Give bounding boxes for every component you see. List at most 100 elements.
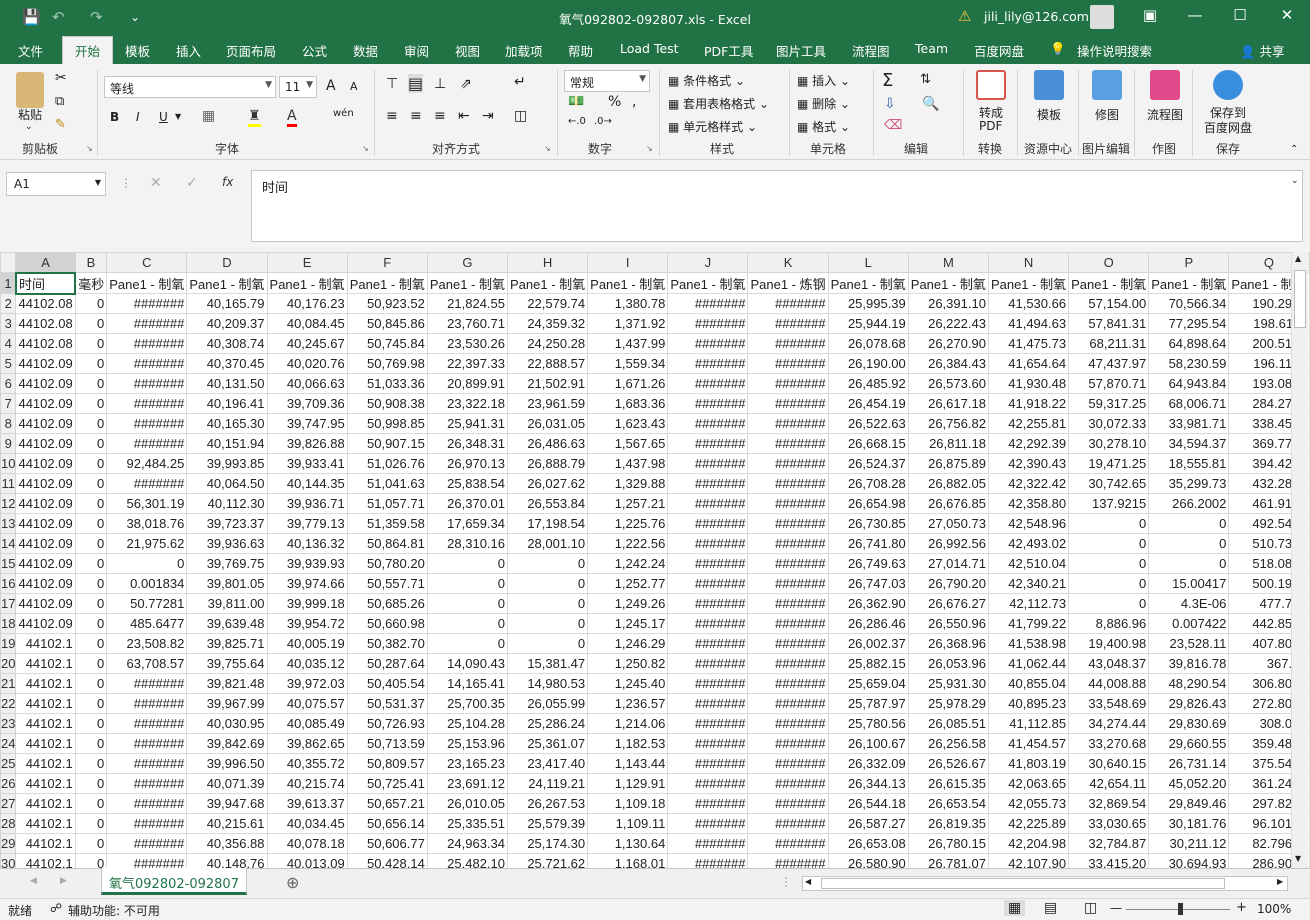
flowchart-icon[interactable] <box>1150 70 1180 100</box>
align-launcher-icon[interactable]: ↘ <box>544 144 551 153</box>
cell[interactable]: ####### <box>106 713 188 734</box>
cell[interactable]: Pane1 - 制氧 <box>346 272 428 294</box>
insert-cells-button[interactable]: ▦ 插入 ⌄ <box>797 72 850 89</box>
save-to-baidu-button-line2[interactable]: 百度网盘 <box>1204 119 1252 136</box>
zoom-slider-thumb[interactable] <box>1178 903 1183 915</box>
zoom-in-icon[interactable]: + <box>1236 900 1247 915</box>
cell[interactable]: 25,361.07 <box>506 733 589 754</box>
cell[interactable]: 32,869.54 <box>1068 793 1150 814</box>
cell[interactable]: ####### <box>667 493 749 514</box>
font-name-select[interactable]: 等线 ▼ <box>104 76 276 98</box>
cancel-entry-icon[interactable]: ✕ <box>150 175 162 191</box>
cell[interactable]: 1,245.40 <box>587 673 669 694</box>
format-cells-button[interactable]: ▦ 格式 ⌄ <box>797 118 850 135</box>
cell[interactable]: 41,918.22 <box>987 393 1070 414</box>
cell[interactable]: 50,405.54 <box>346 673 428 694</box>
align-left-icon[interactable]: ≡ <box>386 108 398 124</box>
row-header[interactable]: 5 <box>0 353 17 374</box>
cell[interactable]: 25,104.28 <box>426 713 509 734</box>
prev-sheet-icon[interactable]: ◀ <box>30 876 37 886</box>
font-color-icon[interactable]: A <box>287 108 297 127</box>
cell[interactable]: 44102.09 <box>15 533 76 554</box>
cell[interactable]: 40,355.72 <box>266 753 348 774</box>
cell[interactable]: 40,064.50 <box>186 473 268 494</box>
cell[interactable]: 44102.1 <box>15 773 76 794</box>
cell[interactable]: 21,975.62 <box>106 533 188 554</box>
cell[interactable]: 40,245.67 <box>266 333 348 354</box>
tab-data[interactable]: 数据 <box>353 41 378 60</box>
cell[interactable]: 0 <box>1148 533 1230 554</box>
phonetic-button[interactable]: wén <box>333 108 354 119</box>
cell[interactable]: 30,072.33 <box>1068 413 1150 434</box>
cell[interactable]: ####### <box>106 293 188 314</box>
cell[interactable]: 45,052.20 <box>1148 773 1230 794</box>
cell[interactable]: 41,654.64 <box>987 353 1070 374</box>
fill-icon[interactable]: ⇩ <box>884 96 896 112</box>
cell[interactable]: 20,899.91 <box>426 373 509 394</box>
cell[interactable]: 0 <box>74 753 108 774</box>
cell[interactable]: 485.6477 <box>106 613 188 634</box>
increase-indent-icon[interactable]: ⇥ <box>482 108 494 124</box>
cell[interactable]: 26,100.67 <box>827 733 909 754</box>
cell[interactable]: 0 <box>74 313 108 334</box>
tab-formulas[interactable]: 公式 <box>302 41 327 60</box>
cell[interactable]: 26,653.54 <box>907 793 989 814</box>
cell[interactable]: 44102.1 <box>15 713 76 734</box>
cell[interactable]: 64,943.84 <box>1148 373 1230 394</box>
cell[interactable]: ####### <box>747 413 829 434</box>
tab-view[interactable]: 视图 <box>455 41 480 60</box>
cell[interactable]: 42,654.11 <box>1068 773 1150 794</box>
cell[interactable]: 0 <box>74 553 108 574</box>
cell[interactable]: 51,057.71 <box>346 493 428 514</box>
normal-view-icon[interactable]: ▦ <box>1004 900 1026 916</box>
cell[interactable]: 50,907.15 <box>346 433 428 454</box>
row-header[interactable]: 10 <box>0 453 17 474</box>
cell[interactable]: 42,225.89 <box>987 813 1070 834</box>
cell[interactable]: Pane1 - 制氧 <box>907 272 989 294</box>
cell[interactable]: ####### <box>667 433 749 454</box>
cell[interactable]: 29,826.43 <box>1148 693 1230 714</box>
cell[interactable]: 41,930.48 <box>987 373 1070 394</box>
cell[interactable]: 39,779.13 <box>266 513 348 534</box>
cell[interactable]: 44102.1 <box>15 733 76 754</box>
cell[interactable]: 1,246.29 <box>587 633 669 654</box>
cell[interactable]: ####### <box>747 433 829 454</box>
cell[interactable]: 47,437.97 <box>1068 353 1150 374</box>
cell[interactable]: 0.001834 <box>106 573 188 594</box>
cell[interactable]: 41,454.57 <box>987 733 1070 754</box>
accounting-format-icon[interactable]: 💵 <box>568 94 584 109</box>
cell[interactable]: 26,708.28 <box>827 473 909 494</box>
cell[interactable]: 34,594.37 <box>1148 433 1230 454</box>
cell[interactable]: ####### <box>747 353 829 374</box>
warning-icon[interactable]: ⚠ <box>958 7 971 25</box>
cell[interactable]: 26,668.15 <box>827 433 909 454</box>
cell[interactable]: 40,005.19 <box>266 633 348 654</box>
cell[interactable]: 0 <box>74 373 108 394</box>
cut-icon[interactable]: ✂ <box>55 70 67 86</box>
cell[interactable]: ####### <box>667 413 749 434</box>
cell[interactable]: ####### <box>667 773 749 794</box>
cell[interactable]: 44102.1 <box>15 633 76 654</box>
cell[interactable]: 26,031.05 <box>506 413 589 434</box>
cell[interactable]: 0 <box>74 773 108 794</box>
grow-font-button[interactable]: A <box>326 78 336 94</box>
cell[interactable]: 29,849.46 <box>1148 793 1230 814</box>
cell[interactable]: 0.007422 <box>1148 613 1230 634</box>
cell[interactable]: 42,255.81 <box>987 413 1070 434</box>
cell[interactable]: ####### <box>747 673 829 694</box>
cell[interactable]: 25,700.35 <box>426 693 509 714</box>
cell[interactable]: ####### <box>747 713 829 734</box>
cell[interactable]: ####### <box>667 713 749 734</box>
cell[interactable]: 39,755.64 <box>186 653 268 674</box>
cell[interactable]: 25,995.39 <box>827 293 909 314</box>
cell[interactable]: 21,824.55 <box>426 293 509 314</box>
cell[interactable]: ####### <box>667 393 749 414</box>
cell[interactable]: 26,617.18 <box>907 393 989 414</box>
cell[interactable]: 26,370.01 <box>426 493 509 514</box>
cell[interactable]: 26,485.92 <box>827 373 909 394</box>
cell[interactable]: 14,980.53 <box>506 673 589 694</box>
cell[interactable]: ####### <box>747 633 829 654</box>
cell[interactable]: 23,508.82 <box>106 633 188 654</box>
cell[interactable]: 25,780.56 <box>827 713 909 734</box>
scroll-up-icon[interactable]: ▲ <box>1295 254 1301 263</box>
